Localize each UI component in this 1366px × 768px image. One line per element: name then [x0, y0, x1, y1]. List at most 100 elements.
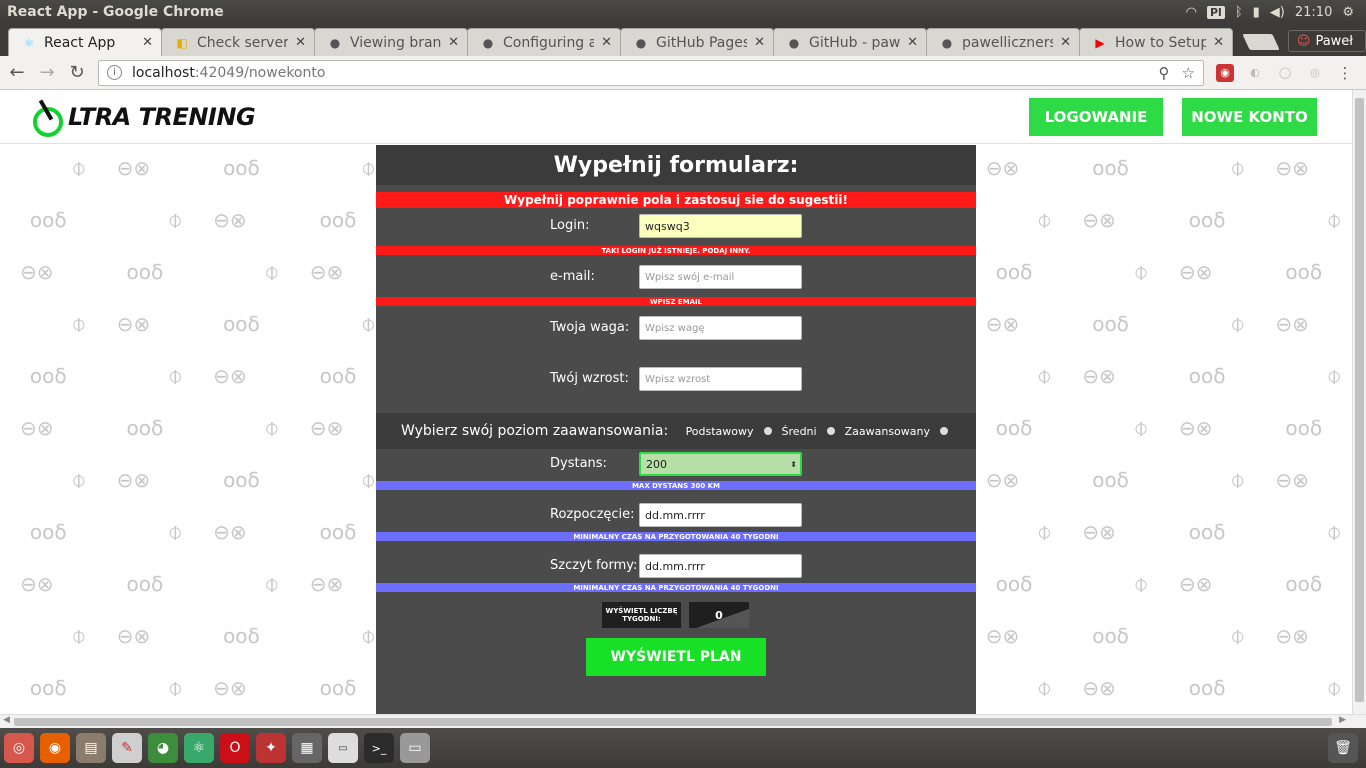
close-icon[interactable]: ✕ — [1060, 35, 1071, 50]
back-arrow-icon[interactable]: ← — [4, 60, 30, 86]
settings-gear-icon[interactable]: ⚙ — [1342, 5, 1354, 20]
email-error: WPISZ EMAIL — [376, 297, 976, 306]
bike-pattern-icon: ooδ — [1092, 468, 1129, 492]
close-icon[interactable]: ✕ — [1213, 35, 1224, 50]
battery-icon[interactable]: ▮ — [1253, 5, 1260, 20]
os-dock: ◎ ◉ ▤ ✎ ◕ ⚛ O ✦ ▦ ▭ >_ ▭ 🗑 — [0, 728, 1366, 768]
level-radio-basic[interactable] — [763, 427, 772, 435]
page-viewport: ⊖⊗ ooδ ⌽ ⊖⊗ ooδ ⌽ ⊖⊗ ooδ ⌽ ⊖⊗ ooδ ⌽ ⊖⊗ ooδ ⌽ ⊖⊗ ooδ ⌽ ⊖⊗ oo… — [0, 90, 1352, 714]
browser-tab[interactable]: ● GitHub - pawe ✕ — [773, 28, 927, 56]
vertical-scrollbar[interactable] — [1352, 90, 1366, 714]
tab-label: How to Setup — [1115, 34, 1207, 51]
start-date-label: Rozpoczęcie: — [550, 507, 635, 522]
bike-pattern-icon: ⊖⊗ — [116, 156, 151, 180]
bluetooth-icon[interactable]: ᛒ — [1235, 5, 1243, 20]
level-radio-advanced[interactable] — [940, 427, 948, 435]
trash-icon[interactable]: 🗑 — [1328, 733, 1358, 763]
new-account-button[interactable]: NOWE KONTO — [1182, 98, 1317, 136]
show-plan-button[interactable]: WYŚWIETL PLAN — [586, 638, 766, 676]
wifi-icon[interactable]: ◠ — [1186, 5, 1197, 20]
extension-icon[interactable]: ◉ — [1216, 63, 1234, 82]
clock[interactable]: 21:10 — [1295, 5, 1332, 20]
site-logo[interactable]: LTRA TRENING — [30, 97, 256, 137]
start-date-hint: MINIMALNY CZAS NA PRZYGOTOWANIA 40 TYGOD… — [376, 532, 976, 541]
bookmark-star-icon[interactable]: ☆ — [1182, 64, 1195, 82]
forward-arrow-icon[interactable]: → — [34, 60, 60, 86]
menu-icon[interactable]: ⋮ — [1336, 64, 1354, 82]
extension-icon[interactable]: ◐ — [1246, 64, 1264, 82]
calendar-icon[interactable]: ▭ — [328, 733, 358, 763]
bike-pattern-icon: ⌽ — [1036, 672, 1053, 703]
peak-date-input[interactable]: dd.mm.rrrr — [639, 554, 802, 578]
text-editor-icon[interactable]: ✎ — [112, 733, 142, 763]
react-icon: ⚛ — [23, 35, 35, 50]
volume-icon[interactable]: ◀) — [1270, 5, 1285, 20]
calculator-icon[interactable]: ▦ — [292, 733, 322, 763]
bike-pattern-icon: ⌽ — [360, 308, 377, 339]
profile-button[interactable]: ☺ Paweł — [1287, 30, 1366, 52]
login-input[interactable]: wqswq3 — [639, 214, 802, 238]
browser-tab[interactable]: ◧ Check server ✕ — [161, 28, 315, 56]
browser-tab[interactable]: ● Configuring a ✕ — [467, 28, 621, 56]
browser-tab[interactable]: ● Viewing bran ✕ — [314, 28, 468, 56]
opera-icon[interactable]: O — [220, 733, 250, 763]
files-icon[interactable]: ▤ — [76, 733, 106, 763]
bike-pattern-icon: ⌽ — [1036, 360, 1053, 391]
ubuntu-logo-icon[interactable]: ◎ — [4, 733, 34, 763]
profile-name: Paweł — [1315, 33, 1353, 49]
close-icon[interactable]: ✕ — [601, 35, 612, 50]
extension-icon[interactable]: ◯ — [1276, 64, 1294, 82]
new-tab-button[interactable] — [1242, 34, 1280, 50]
horizontal-scrollbar[interactable]: ◀ ▶ — [0, 714, 1366, 728]
scroll-left-arrow-icon[interactable]: ◀ — [3, 715, 10, 725]
browser-tab[interactable]: ⚛ React App ✕ — [8, 28, 162, 56]
close-icon[interactable]: ✕ — [907, 35, 918, 50]
chrome-icon[interactable]: ◕ — [148, 733, 178, 763]
close-icon[interactable]: ✕ — [754, 35, 765, 50]
show-weeks-button[interactable]: WYŚWIETL LICZBĘ TYGODNI: — [602, 602, 681, 628]
bike-pattern-icon: ⊖⊗ — [985, 312, 1020, 336]
keyboard-layout-indicator[interactable]: Pl — [1206, 5, 1225, 19]
extension-icon[interactable]: ◎ — [1306, 64, 1324, 82]
email-input[interactable]: Wpisz swój e-mail — [639, 265, 802, 289]
browser-tab[interactable]: ● GitHub Pages ✕ — [620, 28, 774, 56]
tab-label: React App — [44, 34, 116, 51]
form-title: Wypełnij formularz: — [376, 145, 976, 185]
zoom-icon[interactable]: ⚲ — [1159, 64, 1170, 82]
bike-pattern-icon: ooδ — [1092, 156, 1129, 180]
profile-icon: ☺ — [1296, 33, 1311, 49]
bike-pattern-icon: ooδ — [319, 364, 357, 388]
start-date-input[interactable]: dd.mm.rrrr — [639, 503, 802, 527]
firefox-icon[interactable]: ◉ — [40, 733, 70, 763]
url-host: localhost — [132, 64, 195, 81]
atom-icon[interactable]: ⚛ — [184, 733, 214, 763]
bike-pattern-icon: ⊖⊗ — [116, 468, 151, 492]
drive-icon[interactable]: ▭ — [400, 733, 430, 763]
bike-pattern-icon: ooδ — [29, 676, 67, 700]
height-input[interactable]: Wpisz wzrost — [639, 367, 802, 391]
browser-tab[interactable]: ● pawelliczners ✕ — [926, 28, 1080, 56]
github-icon: ● — [788, 35, 800, 50]
bike-pattern-icon: ⊖⊗ — [1275, 312, 1309, 336]
bike-pattern-icon: ⊖⊗ — [1082, 520, 1116, 544]
bike-pattern-icon: ⌽ — [1036, 516, 1053, 547]
close-icon[interactable]: ✕ — [295, 35, 306, 50]
login-button[interactable]: LOGOWANIE — [1029, 98, 1163, 136]
weight-input[interactable]: Wpisz wagę — [639, 316, 802, 340]
github-icon: ● — [329, 35, 341, 50]
level-option-label: Podstawowy — [685, 424, 754, 438]
spinner-arrows-icon[interactable]: ⬍ — [790, 460, 797, 469]
settings-tools-icon[interactable]: ✦ — [256, 733, 286, 763]
reload-icon[interactable]: ↻ — [64, 60, 90, 86]
bike-pattern-icon: ooδ — [223, 624, 260, 648]
address-bar[interactable]: i localhost:42049/nowekonto ⚲ ☆ — [98, 59, 1204, 86]
info-icon[interactable]: i — [107, 65, 122, 80]
level-radio-medium[interactable] — [826, 427, 835, 435]
close-icon[interactable]: ✕ — [142, 35, 153, 50]
scroll-right-arrow-icon[interactable]: ▶ — [1339, 715, 1346, 725]
browser-tab[interactable]: ▶ How to Setup ✕ — [1079, 28, 1233, 56]
bike-pattern-icon: ⊖⊗ — [985, 624, 1020, 648]
distance-input[interactable]: 200 ⬍ — [639, 452, 802, 476]
terminal-icon[interactable]: >_ — [364, 733, 394, 763]
close-icon[interactable]: ✕ — [448, 35, 459, 50]
